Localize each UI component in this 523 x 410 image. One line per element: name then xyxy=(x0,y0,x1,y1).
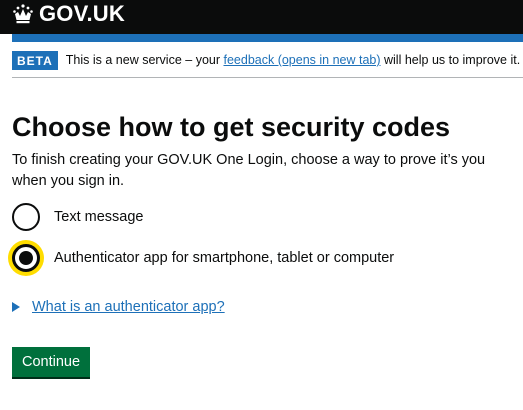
govuk-logo-link[interactable]: GOV.UK xyxy=(12,0,125,28)
beta-tag: BETA xyxy=(12,50,58,70)
radio-button-text-message[interactable] xyxy=(12,203,40,231)
header-blue-bar xyxy=(12,34,523,42)
phase-text-after: will help us to improve it. xyxy=(380,53,521,67)
radio-button-authenticator-app[interactable] xyxy=(12,244,40,272)
continue-button[interactable]: Continue xyxy=(12,347,90,377)
radio-selected-dot xyxy=(19,251,33,265)
radio-option-text-message[interactable]: Text message xyxy=(12,203,143,231)
phase-divider xyxy=(12,77,523,78)
details-authenticator-app[interactable]: What is an authenticator app? xyxy=(12,299,225,315)
details-summary-link[interactable]: What is an authenticator app? xyxy=(32,299,225,315)
govuk-header: GOV.UK xyxy=(0,0,523,34)
radio-option-authenticator-app[interactable]: Authenticator app for smartphone, tablet… xyxy=(8,240,394,276)
radio-label-text-message[interactable]: Text message xyxy=(54,209,143,225)
intro-text: To finish creating your GOV.UK One Login… xyxy=(12,152,486,189)
radio-label-authenticator-app[interactable]: Authenticator app for smartphone, tablet… xyxy=(54,250,394,266)
details-arrow-icon[interactable] xyxy=(12,302,20,312)
feedback-link[interactable]: feedback (opens in new tab) xyxy=(223,53,380,67)
focus-ring xyxy=(8,240,44,276)
phase-banner: BETA This is a new service – your feedba… xyxy=(12,49,523,71)
logo-text: GOV.UK xyxy=(39,1,125,26)
crown-icon xyxy=(12,3,34,25)
phase-text: This is a new service – your feedback (o… xyxy=(66,53,520,67)
page-title: Choose how to get security codes xyxy=(12,112,451,142)
phase-text-before: This is a new service – your xyxy=(65,53,224,67)
